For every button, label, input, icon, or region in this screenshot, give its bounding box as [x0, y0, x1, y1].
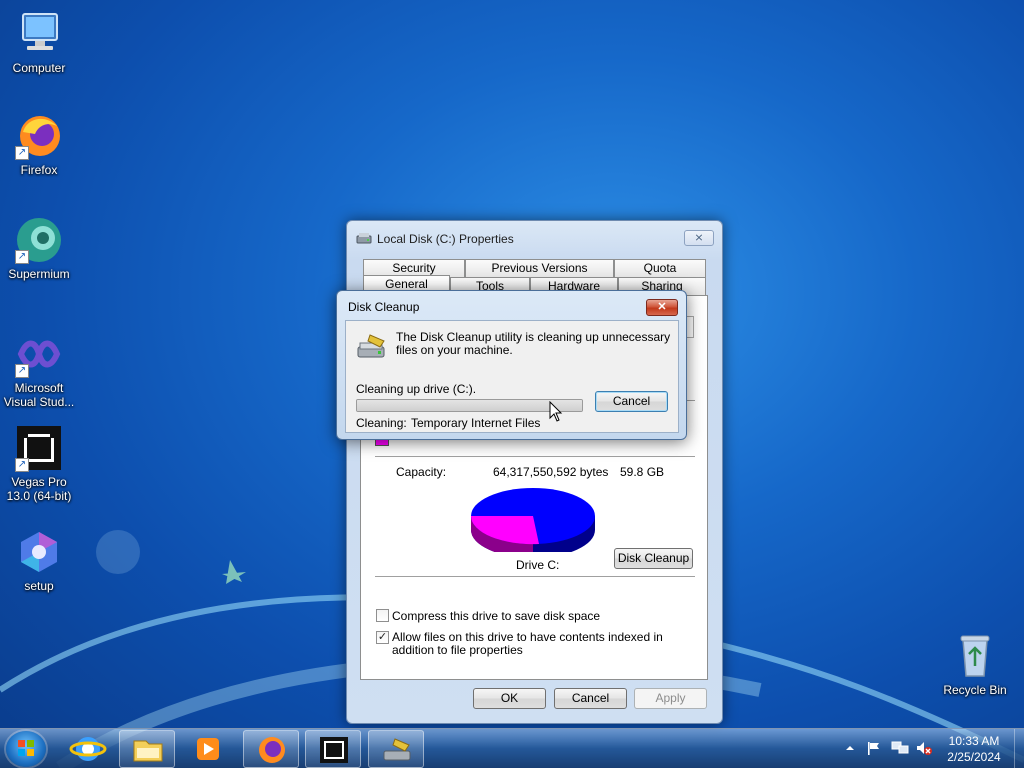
taskbar-clock[interactable]: 10:33 AM 2/25/2024	[938, 733, 1010, 765]
shortcut-arrow-icon: ↗	[15, 364, 29, 378]
properties-close-button[interactable]: ⨯	[684, 230, 714, 246]
cleanup-close-button[interactable]: ✕	[646, 299, 678, 316]
tab-label: Security	[392, 261, 436, 275]
internet-explorer-icon	[69, 737, 107, 761]
disk-cleanup-icon	[383, 738, 411, 761]
desktop-icon-recycle-bin[interactable]: Recycle Bin	[937, 632, 1013, 697]
desktop-icon-label: setup	[24, 579, 54, 593]
tab-label: Previous Versions	[491, 261, 588, 275]
supermium-icon: ↗	[15, 216, 63, 264]
start-button[interactable]	[6, 731, 46, 767]
disk-cleanup-icon	[357, 334, 385, 358]
desktop-icon-label: Microsoft Visual Stud...	[3, 381, 75, 409]
windows-logo-icon	[18, 740, 34, 756]
properties-titlebar[interactable]: Local Disk (C:) Properties ⨯	[347, 221, 722, 255]
desktop-icon-setup[interactable]: setup	[1, 528, 77, 593]
disk-usage-pie-chart	[470, 488, 595, 552]
clock-date: 2/25/2024	[947, 750, 1001, 764]
shortcut-arrow-icon: ↗	[15, 250, 29, 264]
show-desktop-button[interactable]	[1014, 729, 1024, 768]
desktop-icon-label: Supermium	[8, 267, 70, 281]
apply-button[interactable]: Apply	[634, 688, 707, 709]
cleaning-label: Cleaning:	[356, 416, 407, 430]
cancel-button[interactable]: Cancel	[554, 688, 627, 709]
desktop-icon-label: Vegas Pro 13.0 (64-bit)	[6, 475, 72, 503]
recycle-bin-icon	[951, 632, 999, 680]
taskbar-internet-explorer[interactable]	[60, 730, 116, 768]
computer-icon	[15, 10, 63, 58]
shortcut-arrow-icon: ↗	[15, 458, 29, 472]
office-setup-icon	[15, 528, 63, 576]
firefox-icon	[259, 737, 285, 763]
index-label: Allow files on this drive to have conten…	[392, 630, 663, 657]
firefox-icon: ↗	[15, 112, 63, 160]
media-player-icon	[197, 738, 219, 760]
cleanup-status: Cleaning up drive (C:).	[356, 382, 477, 396]
desktop-icon-computer[interactable]: Computer	[1, 10, 77, 75]
tab-previous-versions[interactable]: Previous Versions	[465, 259, 614, 277]
vegas-pro-icon	[320, 737, 348, 763]
tab-label: General	[385, 277, 428, 291]
visual-studio-icon: ↗	[15, 330, 63, 378]
show-hidden-icons-icon[interactable]	[845, 743, 855, 753]
desktop-icon-label: Recycle Bin	[943, 683, 1007, 697]
taskbar-disk-cleanup[interactable]	[368, 730, 424, 768]
divider	[375, 456, 695, 457]
desktop-icon-visual-studio[interactable]: ↗ Microsoft Visual Stud...	[1, 330, 77, 409]
compress-checkbox[interactable]	[376, 609, 389, 622]
divider	[375, 576, 695, 577]
drive-label: Drive C:	[516, 558, 560, 572]
disk-cleanup-button[interactable]: Disk Cleanup	[614, 548, 693, 569]
taskbar-vegas-pro[interactable]	[305, 730, 361, 768]
desktop-icon-supermium[interactable]: ↗ Supermium	[1, 216, 77, 281]
tab-label: Quota	[643, 261, 677, 275]
drive-icon	[356, 233, 372, 244]
taskbar: 10:33 AM 2/25/2024	[0, 728, 1024, 768]
capacity-label: Capacity:	[396, 465, 447, 479]
disk-cleanup-dialog: Disk Cleanup ✕ The Disk Cleanup utility …	[336, 290, 687, 440]
cleanup-cancel-button[interactable]: Cancel	[595, 391, 668, 412]
desktop-icon-label: Firefox	[20, 163, 58, 177]
cleaning-item: Temporary Internet Files	[411, 416, 541, 430]
shortcut-arrow-icon: ↗	[15, 146, 29, 160]
folder-icon	[133, 740, 163, 762]
desktop-icon-vegas-pro[interactable]: ↗ Vegas Pro 13.0 (64-bit)	[1, 424, 77, 503]
cleanup-title: Disk Cleanup	[348, 300, 420, 314]
taskbar-media-player[interactable]	[180, 730, 236, 768]
properties-title: Local Disk (C:) Properties	[377, 232, 514, 246]
action-center-flag-icon[interactable]	[866, 740, 882, 756]
network-icon[interactable]	[891, 740, 909, 756]
compress-label: Compress this drive to save disk space	[392, 609, 601, 623]
ok-button[interactable]: OK	[473, 688, 546, 709]
capacity-bytes: 64,317,550,592 bytes	[493, 465, 609, 479]
desktop-icon-firefox[interactable]: ↗ Firefox	[1, 112, 77, 177]
mouse-cursor-icon	[549, 401, 563, 422]
desktop-icon-label: Computer	[12, 61, 66, 75]
vegas-pro-icon: ↗	[15, 424, 63, 472]
tab-quota[interactable]: Quota	[614, 259, 706, 277]
taskbar-windows-explorer[interactable]	[119, 730, 175, 768]
clock-time: 10:33 AM	[948, 734, 1000, 748]
volume-muted-icon[interactable]	[915, 740, 933, 756]
taskbar-firefox[interactable]	[243, 730, 299, 768]
capacity-gb: 59.8 GB	[620, 465, 665, 479]
cleanup-message: The Disk Cleanup utility is cleaning up …	[396, 330, 671, 357]
index-checkbox[interactable]: ✓	[376, 631, 389, 644]
cleanup-body: The Disk Cleanup utility is cleaning up …	[345, 320, 679, 433]
